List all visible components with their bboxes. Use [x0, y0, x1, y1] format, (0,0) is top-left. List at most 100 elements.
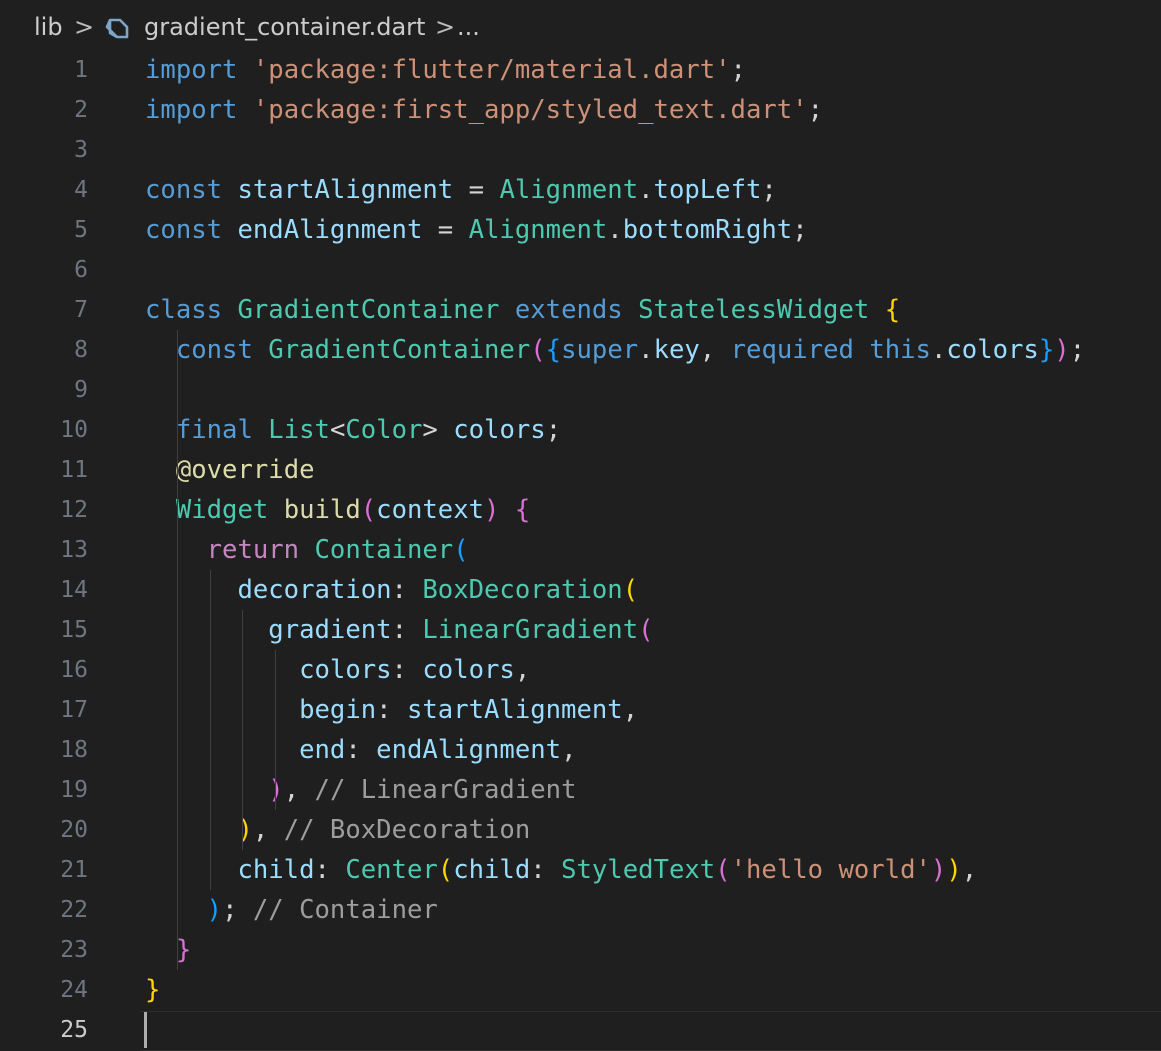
- code-token: Color: [345, 415, 423, 445]
- code-token: extends: [514, 295, 623, 325]
- code-token: StatelessWidget: [638, 295, 870, 325]
- code-token: :: [345, 735, 377, 765]
- code-token: ): [1054, 335, 1070, 365]
- code-line[interactable]: 20 ), // BoxDecoration: [0, 810, 1161, 850]
- code-line[interactable]: 13 return Container(: [0, 530, 1161, 570]
- code-editor[interactable]: 1 import 'package:flutter/material.dart';…: [0, 50, 1161, 1051]
- line-code: const startAlignment = Alignment.topLeft…: [145, 170, 777, 210]
- code-line[interactable]: 17 begin: startAlignment,: [0, 690, 1161, 730]
- line-number: 23: [60, 937, 88, 963]
- code-line[interactable]: 10 final List<Color> colors;: [0, 410, 1161, 450]
- code-token: key: [653, 335, 700, 365]
- code-token: (: [453, 535, 469, 565]
- code-line[interactable]: 22 ); // Container: [0, 890, 1161, 930]
- code-token: Center: [345, 855, 438, 885]
- line-number: 6: [74, 257, 88, 283]
- code-token: 'package:flutter/material.dart': [252, 55, 731, 85]
- code-token: StyledText: [561, 855, 716, 885]
- code-line[interactable]: 8 const GradientContainer({super.key, re…: [0, 330, 1161, 370]
- line-number: 13: [60, 537, 88, 563]
- code-token: Alignment: [468, 215, 608, 245]
- indent-guide: [275, 650, 276, 810]
- code-token: ,: [699, 335, 731, 365]
- line-number: 4: [74, 177, 88, 203]
- code-token: ): [206, 895, 223, 925]
- code-line[interactable]: 3: [0, 130, 1161, 170]
- code-line[interactable]: 24}: [0, 970, 1161, 1010]
- code-token: child: [453, 855, 531, 885]
- code-line[interactable]: 7 class GradientContainer extends Statele…: [0, 290, 1161, 330]
- code-token: const: [145, 175, 223, 205]
- code-token: return: [206, 535, 300, 565]
- code-token: gradient: [268, 615, 392, 645]
- code-line[interactable]: 1 import 'package:flutter/material.dart';: [0, 50, 1161, 90]
- code-token: ;: [222, 895, 253, 925]
- breadcrumb-folder-lib[interactable]: lib: [34, 13, 63, 41]
- code-token: colors: [299, 655, 392, 685]
- code-line[interactable]: 6: [0, 250, 1161, 290]
- code-token: begin: [299, 695, 377, 725]
- code-line[interactable]: 9: [0, 370, 1161, 410]
- line-code: import 'package:first_app/styled_text.da…: [145, 90, 823, 130]
- code-token: ): [930, 855, 947, 885]
- code-line[interactable]: 2 import 'package:first_app/styled_text.d…: [0, 90, 1161, 130]
- code-token: List: [268, 415, 330, 445]
- line-code: child: Center(child: StyledText('hello w…: [145, 850, 977, 890]
- line-code: const GradientContainer({super.key, requ…: [145, 330, 1085, 370]
- code-token: {: [884, 295, 901, 325]
- code-line[interactable]: 23 }: [0, 930, 1161, 970]
- chevron-right-icon: >: [435, 13, 456, 41]
- code-token: Widget: [175, 495, 269, 525]
- code-token: topLeft: [653, 175, 762, 205]
- code-line[interactable]: 14 decoration: BoxDecoration(: [0, 570, 1161, 610]
- line-number: 22: [60, 897, 88, 923]
- breadcrumb-more[interactable]: ...: [457, 13, 480, 41]
- code-line[interactable]: 16 colors: colors,: [0, 650, 1161, 690]
- code-line[interactable]: 21 child: Center(child: StyledText('hell…: [0, 850, 1161, 890]
- code-line[interactable]: 15 gradient: LinearGradient(: [0, 610, 1161, 650]
- line-code: colors: colors,: [145, 650, 530, 690]
- code-token: class: [145, 295, 223, 325]
- code-token: colors: [946, 335, 1039, 365]
- code-token: ,: [283, 775, 315, 805]
- code-token: ,: [622, 695, 639, 725]
- code-token: Container: [314, 535, 454, 565]
- code-token: colors: [422, 655, 515, 685]
- code-token: endAlignment: [237, 215, 423, 245]
- line-code: import 'package:flutter/material.dart';: [145, 50, 746, 90]
- line-number: 1: [74, 57, 88, 83]
- line-number: 14: [60, 577, 88, 603]
- code-token: child: [237, 855, 315, 885]
- code-token: {: [514, 495, 531, 525]
- code-token: >: [422, 415, 454, 445]
- line-number: 10: [60, 417, 88, 443]
- code-line[interactable]: 18 end: endAlignment,: [0, 730, 1161, 770]
- code-line[interactable]: 5 const endAlignment = Alignment.bottomRi…: [0, 210, 1161, 250]
- code-line[interactable]: 11 @override: [0, 450, 1161, 490]
- breadcrumb-file[interactable]: gradient_container.dart: [144, 13, 425, 41]
- line-number: 18: [60, 737, 88, 763]
- line-number: 8: [74, 337, 88, 363]
- code-line[interactable]: 19 ), // LinearGradient: [0, 770, 1161, 810]
- code-token: :: [376, 695, 407, 725]
- line-number: 17: [60, 697, 88, 723]
- code-line[interactable]: 12 Widget build(context) {: [0, 490, 1161, 530]
- line-code: }: [145, 970, 160, 1010]
- code-line[interactable]: 25: [0, 1010, 1161, 1050]
- code-line[interactable]: 4 const startAlignment = Alignment.topLef…: [0, 170, 1161, 210]
